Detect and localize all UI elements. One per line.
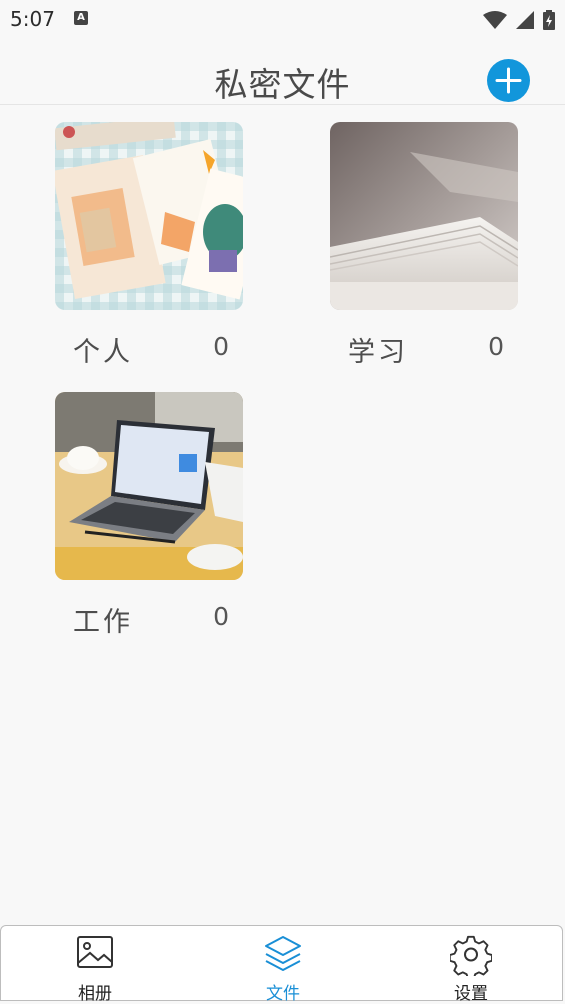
header: 私密文件 — [0, 44, 565, 105]
folder-study[interactable]: 学习 0 — [330, 122, 520, 368]
tab-label: 文件 — [266, 984, 300, 1004]
status-bar: 5:07 A — [0, 0, 565, 38]
status-time: 5:07 — [10, 7, 55, 31]
folder-name: 个人 — [73, 337, 133, 368]
tab-label: 设置 — [454, 984, 488, 1004]
folder-count: 0 — [488, 332, 504, 361]
battery-icon — [543, 9, 555, 30]
bottom-tab-bar: 相册 文件 设置 — [0, 925, 563, 1004]
plus-icon — [495, 67, 522, 94]
folder-thumbnail[interactable] — [55, 122, 243, 310]
laptop-desk-photo-image — [55, 392, 243, 580]
folder-name: 工作 — [73, 607, 133, 638]
folder-work[interactable]: 工作 0 — [55, 392, 245, 638]
signal-icon — [515, 10, 534, 29]
folder-thumbnail[interactable] — [55, 392, 243, 580]
folder-personal[interactable]: 个人 0 — [55, 122, 245, 368]
tab-files[interactable]: 文件 — [223, 926, 343, 1004]
add-folder-button[interactable] — [487, 59, 530, 102]
tab-label: 相册 — [78, 984, 112, 1004]
notification-icon: A — [74, 11, 88, 25]
folder-name: 学习 — [348, 337, 408, 368]
paper-stack-photo-image — [330, 122, 518, 310]
wifi-icon — [482, 10, 507, 29]
layers-icon — [265, 936, 301, 971]
gear-icon — [450, 935, 492, 976]
folder-count: 0 — [213, 332, 229, 361]
status-icons — [479, 9, 555, 30]
folder-count: 0 — [213, 602, 229, 631]
tab-settings[interactable]: 设置 — [411, 926, 531, 1004]
page-title: 私密文件 — [214, 65, 351, 104]
image-icon — [77, 936, 113, 968]
postcards-photo-image — [55, 122, 243, 310]
folder-thumbnail[interactable] — [330, 122, 518, 310]
tab-album[interactable]: 相册 — [35, 926, 155, 1004]
